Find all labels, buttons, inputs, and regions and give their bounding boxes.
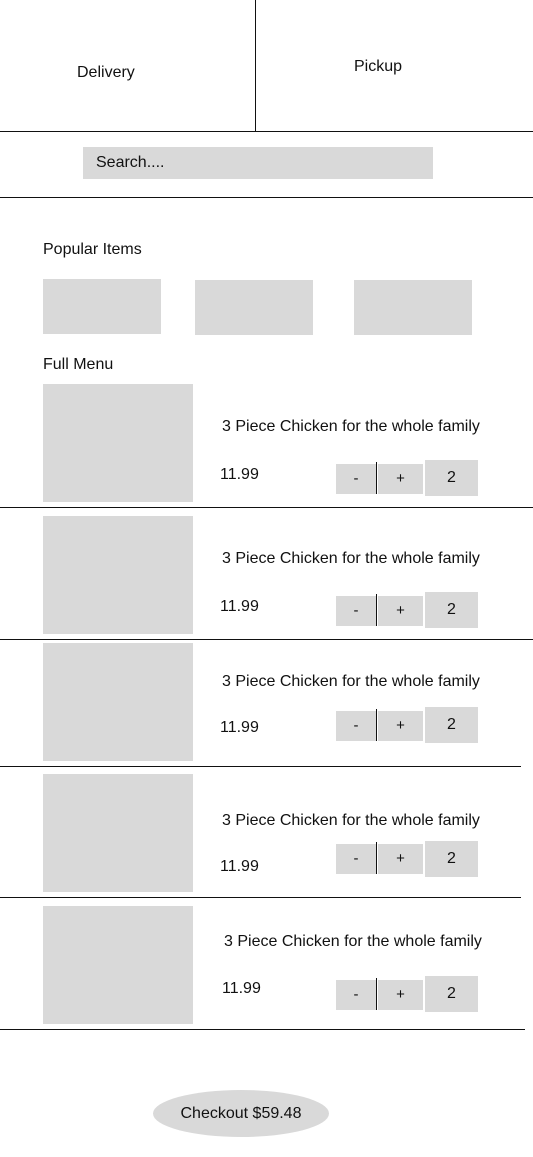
decrease-quantity-button[interactable]: - [336,711,376,741]
menu-item-image[interactable] [43,384,193,502]
decrease-quantity-button[interactable]: - [336,464,376,494]
menu-item-image[interactable] [43,774,193,892]
stepper-divider [376,842,377,874]
menu-item-name: 3 Piece Chicken for the whole family [222,550,480,567]
menu-item-name: 3 Piece Chicken for the whole family [224,933,482,950]
quantity-value: 2 [425,592,478,628]
tab-delivery[interactable]: Delivery [77,64,135,82]
tab-divider [255,0,256,131]
menu-item-row: 3 Piece Chicken for the whole family 11.… [0,643,533,768]
stepper-divider [376,709,377,741]
stepper-divider [376,594,377,626]
menu-item-price: 11.99 [220,466,259,483]
popular-item-tile[interactable] [43,279,161,334]
decrease-quantity-button[interactable]: - [336,844,376,874]
popular-item-tile[interactable] [354,280,472,335]
increase-quantity-button[interactable]: + [378,980,423,1010]
quantity-value: 2 [425,460,478,496]
popular-item-tile[interactable] [195,280,313,335]
menu-item-price: 11.99 [222,980,261,997]
stepper-divider [376,978,377,1010]
decrease-quantity-button[interactable]: - [336,980,376,1010]
menu-item-image[interactable] [43,516,193,634]
increase-quantity-button[interactable]: + [378,711,423,741]
full-menu-title: Full Menu [43,356,114,373]
quantity-value: 2 [425,976,478,1012]
row-divider [0,507,533,508]
menu-item-row: 3 Piece Chicken for the whole family 11.… [0,516,533,641]
increase-quantity-button[interactable]: + [378,596,423,626]
menu-item-image[interactable] [43,643,193,761]
increase-quantity-button[interactable]: + [378,464,423,494]
menu-item-name: 3 Piece Chicken for the whole family [222,673,480,690]
decrease-quantity-button[interactable]: - [336,596,376,626]
menu-item-row: 3 Piece Chicken for the whole family 11.… [0,384,533,509]
menu-item-name: 3 Piece Chicken for the whole family [222,418,480,435]
search-bottom-divider [0,197,533,198]
tab-pickup[interactable]: Pickup [354,58,402,76]
stepper-divider [376,462,377,494]
row-divider [0,1029,525,1030]
menu-item-price: 11.99 [220,858,259,875]
menu-item-price: 11.99 [220,719,259,736]
menu-item-row: 3 Piece Chicken for the whole family 11.… [0,906,533,1031]
popular-items-title: Popular Items [43,241,142,258]
menu-item-row: 3 Piece Chicken for the whole family 11.… [0,774,533,899]
menu-item-image[interactable] [43,906,193,1024]
increase-quantity-button[interactable]: + [378,844,423,874]
header-bottom-divider [0,131,533,132]
search-input[interactable] [83,147,433,179]
row-divider [0,766,521,767]
menu-item-name: 3 Piece Chicken for the whole family [222,812,480,829]
checkout-button[interactable]: Checkout $59.48 [153,1090,329,1137]
menu-item-price: 11.99 [220,598,259,615]
quantity-value: 2 [425,841,478,877]
row-divider [0,897,521,898]
quantity-value: 2 [425,707,478,743]
row-divider [0,639,533,640]
